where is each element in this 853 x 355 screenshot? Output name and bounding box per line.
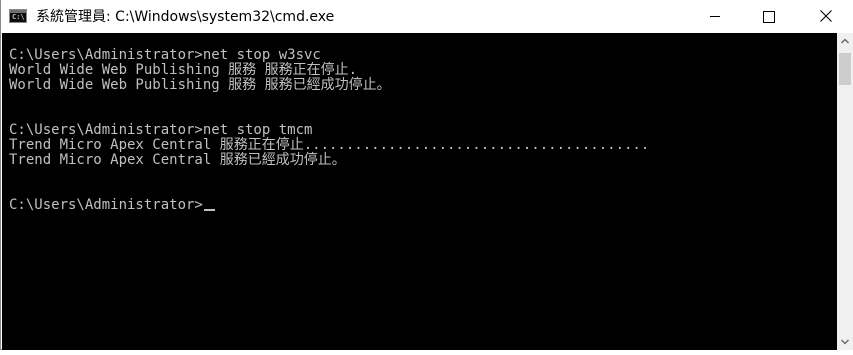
console-output[interactable]: C:\Users\Administrator>net stop w3svc Wor… xyxy=(2,33,837,350)
close-icon xyxy=(820,10,832,22)
minimize-button[interactable] xyxy=(692,0,738,33)
chevron-up-icon xyxy=(841,38,849,44)
prompt-line[interactable]: C:\Users\Administrator> xyxy=(9,198,837,213)
window-title: 系統管理員: C:\Windows\system32\cmd.exe xyxy=(36,9,335,25)
cmd-icon-prompt: C:\ xyxy=(12,13,25,21)
console-line: C:\Users\Administrator>net stop w3svc xyxy=(9,47,321,63)
maximize-icon xyxy=(763,11,775,23)
close-button[interactable] xyxy=(803,0,849,33)
scroll-thumb[interactable] xyxy=(839,53,851,85)
maximize-button[interactable] xyxy=(746,0,792,33)
command-prompt: C:\Users\Administrator> xyxy=(9,197,203,213)
scroll-down-button[interactable] xyxy=(837,333,853,350)
minimize-icon xyxy=(710,16,720,17)
vertical-scrollbar[interactable] xyxy=(837,33,853,350)
text-cursor xyxy=(203,209,215,211)
console-line: World Wide Web Publishing 服務 服務已經成功停止。 xyxy=(9,77,391,93)
console-line: Trend Micro Apex Central 服務正在停止.........… xyxy=(9,137,650,153)
console-line: World Wide Web Publishing 服務 服務正在停止. xyxy=(9,62,358,78)
console-line: Trend Micro Apex Central 服務已經成功停止。 xyxy=(9,152,346,168)
cmd-icon[interactable]: C:\ xyxy=(9,9,27,23)
cmd-window: C:\ 系統管理員: C:\Windows\system32\cmd.exe C… xyxy=(0,0,853,350)
title-bar[interactable]: C:\ 系統管理員: C:\Windows\system32\cmd.exe xyxy=(1,0,853,33)
console-line: C:\Users\Administrator>net stop tmcm xyxy=(9,122,313,138)
chevron-down-icon xyxy=(841,339,849,345)
scroll-up-button[interactable] xyxy=(837,33,853,50)
